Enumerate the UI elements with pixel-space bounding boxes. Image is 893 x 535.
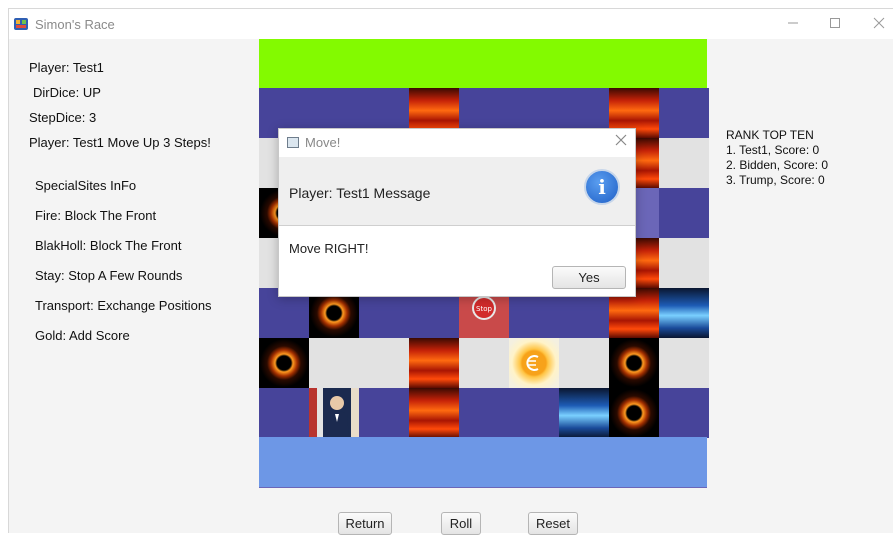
fire-site [409, 388, 459, 438]
special-sites-title: SpecialSites InFo [35, 178, 137, 193]
board-cell [459, 338, 509, 388]
minimize-icon [788, 22, 798, 24]
close-icon [615, 134, 627, 146]
stop-sign-text: Stop [476, 305, 492, 313]
special-site-item: Transport: Exchange Positions [35, 298, 212, 313]
black-hole-site [609, 338, 659, 388]
maximize-button[interactable] [823, 15, 847, 33]
player-portrait-icon [325, 396, 349, 438]
finish-zone [259, 39, 707, 88]
fire-site [409, 338, 459, 388]
return-button[interactable]: Return [338, 512, 392, 535]
board-cell [659, 138, 709, 188]
start-zone [259, 437, 707, 487]
coin-icon [526, 355, 539, 371]
transport-site [659, 288, 709, 338]
window-title: Simon's Race [35, 17, 115, 32]
board-cell [659, 338, 709, 388]
minimize-button[interactable] [781, 15, 805, 33]
board-cell [259, 388, 309, 438]
board-cell [359, 388, 409, 438]
transport-site [559, 388, 609, 438]
player-avatar [309, 388, 359, 438]
board-cell [659, 388, 709, 438]
ranking-entry: 1. Test1, Score: 0 [726, 143, 820, 157]
special-site-item: Gold: Add Score [35, 328, 130, 343]
board-cell [509, 388, 559, 438]
special-site-item: BlakHoll: Block The Front [35, 238, 182, 253]
close-icon [873, 17, 885, 29]
dialog-window-icon [287, 137, 299, 148]
yes-button[interactable]: Yes [552, 266, 626, 289]
move-info-label: Player: Test1 Move Up 3 Steps! [29, 135, 211, 150]
dialog-header: Player: Test1 Message i [279, 157, 635, 226]
move-dialog: Move! Player: Test1 Message i Move RIGHT… [278, 128, 636, 297]
dialog-message: Move RIGHT! [289, 241, 369, 256]
special-site-item: Fire: Block The Front [35, 208, 157, 223]
board-cell [359, 338, 409, 388]
close-window-button[interactable] [867, 15, 891, 33]
black-hole-site [609, 388, 659, 438]
reset-button[interactable]: Reset [528, 512, 578, 535]
dir-dice-label: DirDice: UP [33, 85, 101, 100]
maximize-icon [830, 18, 840, 28]
board-cell [659, 238, 709, 288]
ranking-entry: 2. Bidden, Score: 0 [726, 158, 829, 172]
title-bar: Simon's Race [9, 9, 893, 39]
roll-button[interactable]: Roll [441, 512, 481, 535]
dialog-close-button[interactable] [615, 133, 627, 151]
board-cell [309, 338, 359, 388]
player-label: Player: Test1 [29, 60, 104, 75]
app-logo-icon [14, 18, 28, 30]
board-cell [559, 338, 609, 388]
ranking-entry: 3. Trump, Score: 0 [726, 173, 825, 187]
board-cell [659, 188, 709, 238]
dialog-title: Move! [305, 135, 341, 150]
info-icon: i [584, 169, 620, 205]
black-hole-site [259, 338, 309, 388]
step-dice-label: StepDice: 3 [29, 110, 97, 125]
dialog-title-bar: Move! [279, 129, 635, 157]
special-site-item: Stay: Stop A Few Rounds [35, 268, 183, 283]
gold-site [509, 338, 559, 388]
board-cell [659, 88, 709, 138]
ranking-title: RANK TOP TEN [726, 128, 814, 142]
board-cell [459, 388, 509, 438]
dialog-header-text: Player: Test1 Message [289, 185, 431, 201]
